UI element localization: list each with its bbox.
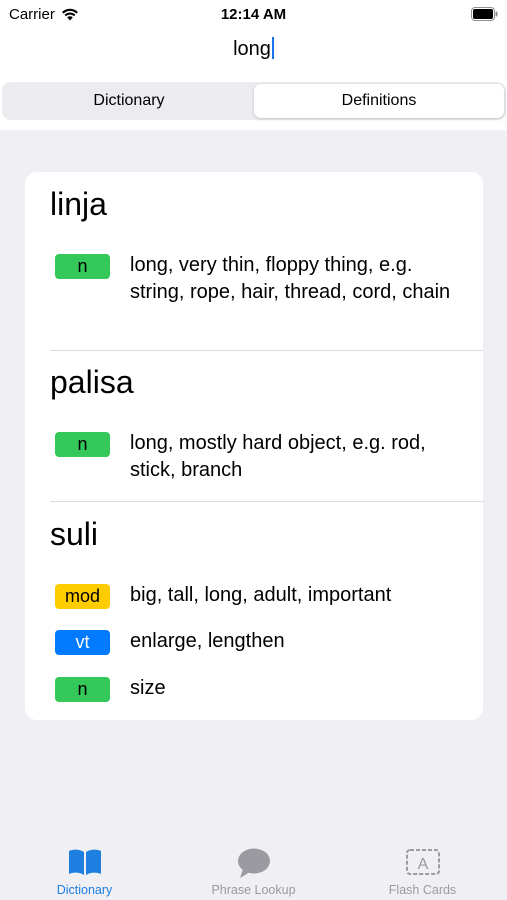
search-query: long	[233, 38, 271, 60]
definition-text: long, very thin, floppy thing, e.g. stri…	[130, 254, 451, 303]
speech-bubble-icon	[237, 848, 270, 878]
divider	[50, 501, 483, 502]
svg-text:A: A	[417, 856, 428, 873]
entry-word[interactable]: linja	[50, 186, 107, 223]
book-icon	[68, 849, 101, 875]
tab-phrase-lookup[interactable]: Phrase Lookup	[169, 835, 338, 900]
flash-card-icon: A	[405, 849, 440, 875]
divider	[50, 350, 483, 351]
tab-label: Dictionary	[56, 883, 113, 897]
status-bar: Carrier 12:14 AM	[0, 0, 507, 28]
results-card: linja n long, very thin, floppy thing, e…	[25, 172, 483, 720]
definition-text: big, tall, long, adult, important	[130, 584, 392, 606]
pos-badge-mod: mod	[55, 584, 110, 609]
tab-bar: Dictionary Phrase Lookup A Flash Cards	[0, 835, 507, 900]
pos-badge-vt: vt	[55, 630, 110, 655]
pos-badge-n: n	[55, 254, 110, 279]
header-area: Carrier 12:14 AM long Dictionary Definit…	[0, 0, 507, 130]
segmented-control: Dictionary Definitions	[2, 82, 506, 120]
status-time: 12:14 AM	[220, 6, 287, 23]
segment-dictionary[interactable]: Dictionary	[4, 84, 254, 118]
pos-badge-n: n	[55, 432, 110, 457]
tab-label: Flash Cards	[388, 883, 457, 897]
definition-text: long, mostly hard object, e.g. rod, stic…	[130, 432, 426, 481]
entry-word[interactable]: suli	[50, 516, 98, 553]
definition-text: enlarge, lengthen	[130, 630, 285, 652]
search-input[interactable]: long	[0, 36, 507, 61]
battery-icon	[471, 7, 498, 21]
pos-badge-n: n	[55, 677, 110, 702]
segment-definitions[interactable]: Definitions	[254, 84, 504, 118]
entry-word[interactable]: palisa	[50, 364, 134, 401]
tab-dictionary[interactable]: Dictionary	[0, 835, 169, 900]
tab-label: Phrase Lookup	[211, 883, 296, 897]
tab-flash-cards[interactable]: A Flash Cards	[338, 835, 507, 900]
definition-text: size	[130, 677, 166, 699]
text-cursor	[271, 36, 274, 59]
